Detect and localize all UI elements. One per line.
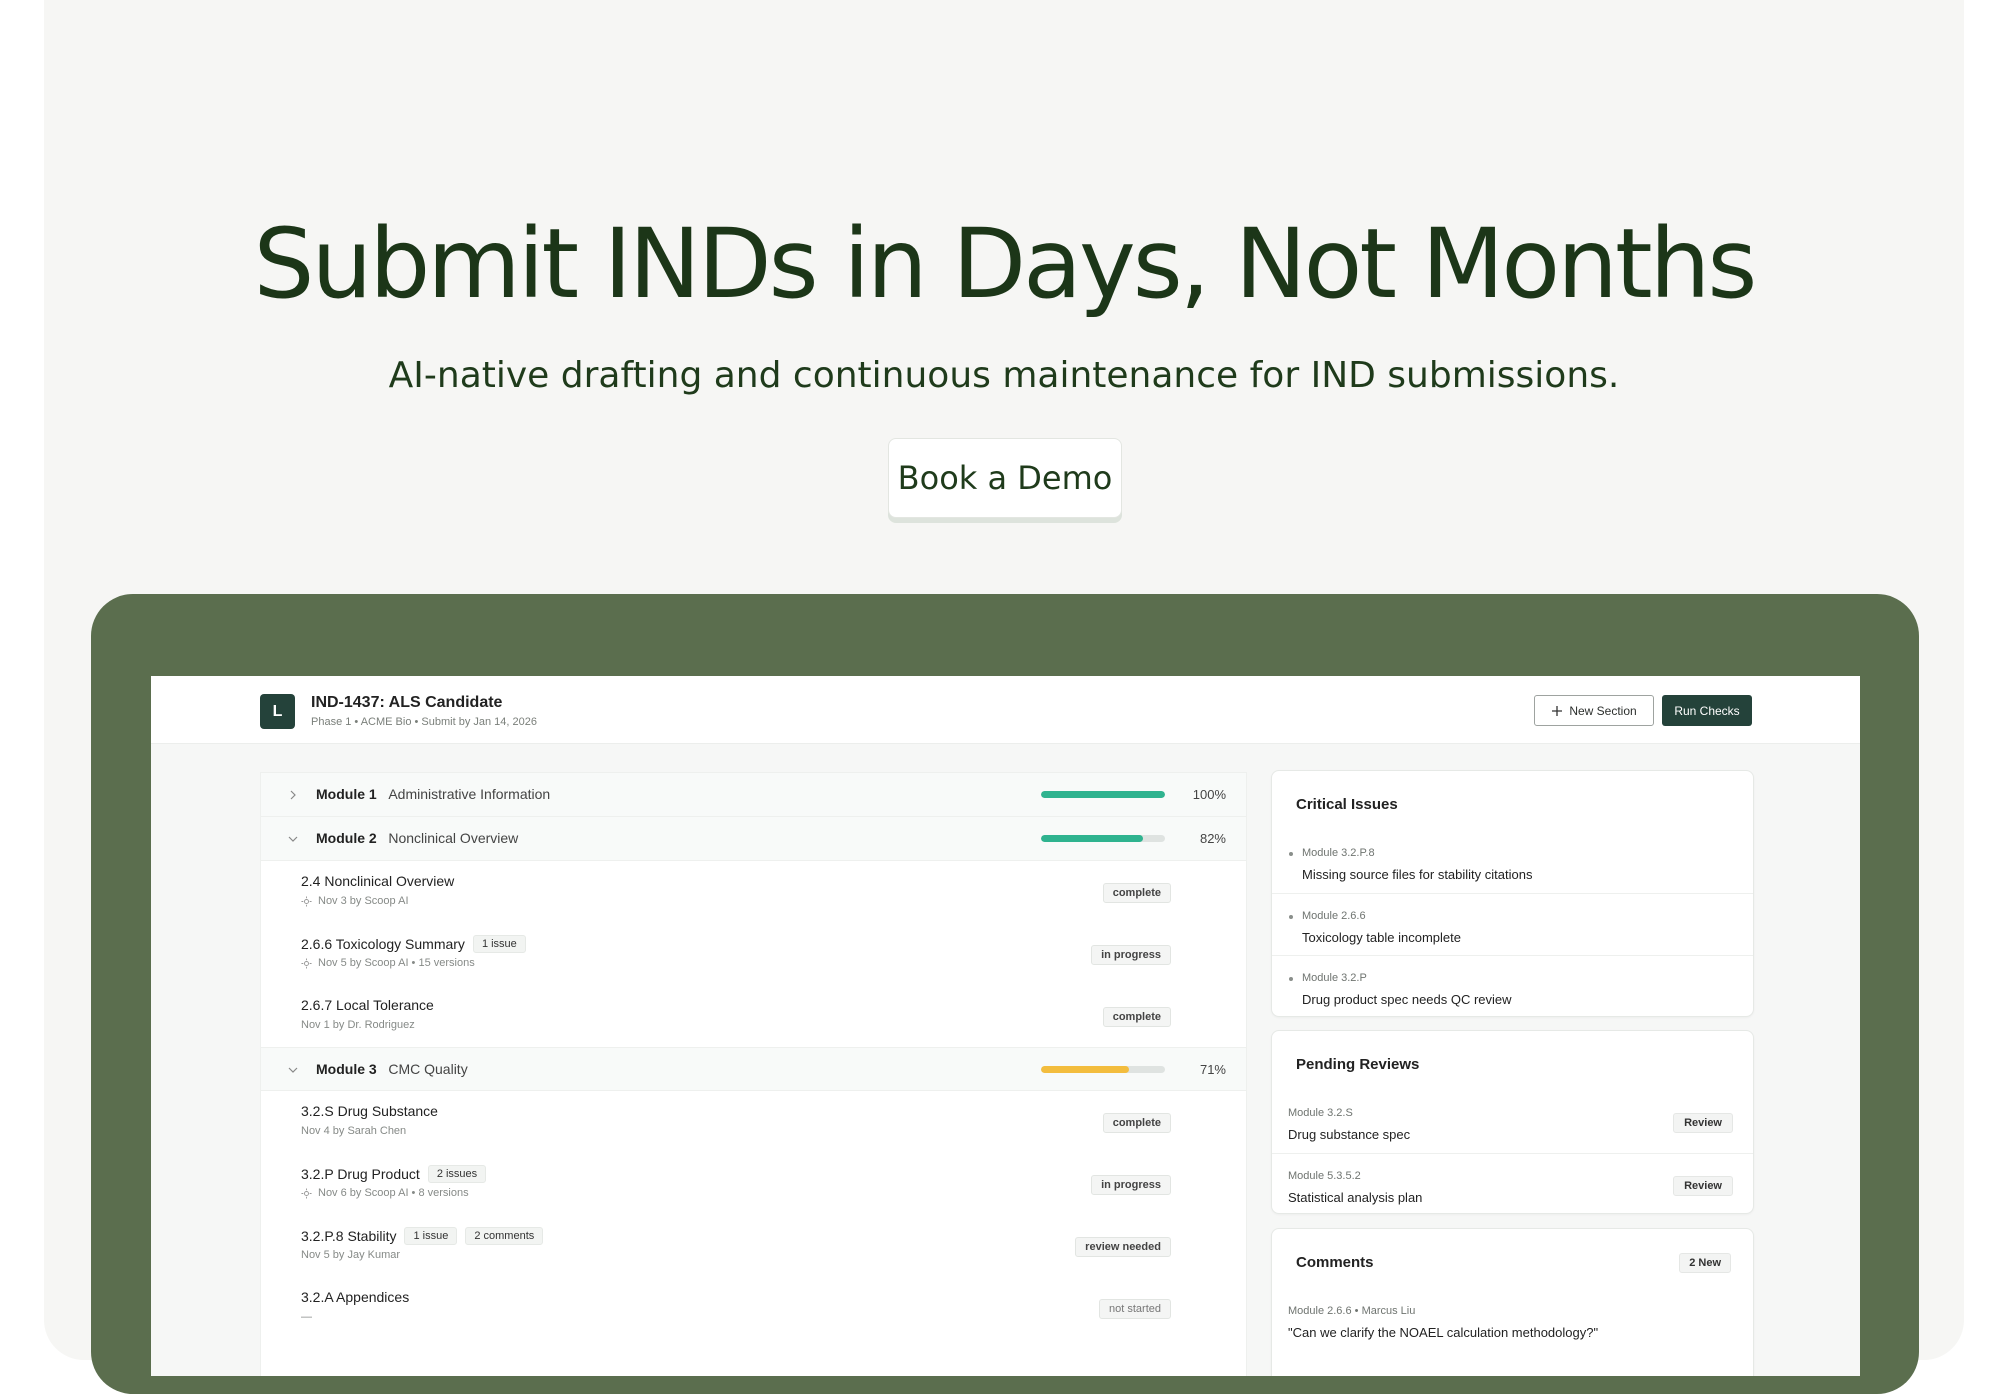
- book-demo-button[interactable]: Book a Demo: [888, 438, 1122, 518]
- new-section-button[interactable]: New Section: [1534, 695, 1654, 726]
- review-button[interactable]: Review: [1673, 1176, 1733, 1196]
- critical-issues-card: Critical Issues Module 3.2.P.8 Missing s…: [1271, 770, 1754, 1017]
- section-title: 2.6.7 Local Tolerance: [301, 997, 434, 1013]
- section-meta: Nov 5 by Jay Kumar: [301, 1249, 401, 1261]
- section-title: 2.6.6 Toxicology Summary 1 issue: [301, 935, 526, 953]
- issue-tag[interactable]: 2 issues: [427, 1165, 487, 1183]
- section-row[interactable]: 2.6.6 Toxicology Summary 1 issue Nov 5 by…: [261, 923, 1246, 985]
- card-title: Comments: [1296, 1254, 1374, 1271]
- module-list: Module 1 Administrative Information 100%…: [260, 772, 1247, 1376]
- review-item: Module 5.3.5.2 Statistical analysis plan…: [1272, 1153, 1753, 1215]
- issue-module: Module 2.6.6: [1302, 910, 1366, 922]
- section-row[interactable]: 3.2.P Drug Product 2 issues Nov 6 by Scoo…: [261, 1153, 1246, 1215]
- review-module: Module 5.3.5.2: [1288, 1170, 1361, 1182]
- issue-module: Module 3.2.P.8: [1302, 847, 1375, 859]
- module-label: Module 3 CMC Quality: [316, 1061, 468, 1077]
- module-label: Module 1 Administrative Information: [316, 786, 551, 802]
- comments-card: Comments 2 New Module 2.6.6 • Marcus Liu…: [1271, 1228, 1754, 1376]
- section-title: 3.2.A Appendices: [301, 1289, 410, 1305]
- bullet-icon: [1289, 852, 1293, 856]
- progress-fill: [1041, 1066, 1130, 1073]
- review-button[interactable]: Review: [1673, 1113, 1733, 1133]
- issue-item[interactable]: Module 3.2.P Drug product spec needs QC …: [1272, 955, 1753, 1017]
- progress-percent: 100%: [1192, 787, 1226, 802]
- status-badge: not started: [1099, 1299, 1171, 1319]
- section-meta: —: [301, 1311, 312, 1323]
- comments-tag[interactable]: 2 comments: [465, 1227, 544, 1245]
- bullet-icon: [1289, 915, 1293, 919]
- chevron-right-icon[interactable]: [287, 789, 299, 801]
- status-badge: in progress: [1091, 1175, 1171, 1195]
- progress-bar: [1041, 1066, 1165, 1073]
- project-title: IND-1437: ALS Candidate: [311, 694, 503, 711]
- ai-sparkle-icon: [301, 957, 312, 969]
- issue-module: Module 3.2.P: [1302, 972, 1367, 984]
- new-section-label: New Section: [1569, 703, 1637, 718]
- pending-reviews-card: Pending Reviews Module 3.2.S Drug substa…: [1271, 1030, 1754, 1214]
- comment-meta: Module 2.6.6 • Marcus Liu: [1288, 1305, 1416, 1317]
- card-title: Pending Reviews: [1296, 1056, 1420, 1073]
- module-label: Module 2 Nonclinical Overview: [316, 830, 519, 846]
- review-module: Module 3.2.S: [1288, 1107, 1353, 1119]
- new-comments-badge: 2 New: [1679, 1253, 1731, 1273]
- status-badge: complete: [1102, 883, 1171, 903]
- comment-item[interactable]: Module 2.6.6 • Marcus Liu "Can we clarif…: [1272, 1289, 1753, 1351]
- hero-title: Submit INDs in Days, Not Months: [253, 208, 1758, 320]
- progress-bar: [1041, 835, 1165, 842]
- plus-icon: [1552, 705, 1563, 716]
- section-row[interactable]: 3.2.P.8 Stability 1 issue 2 comments Nov 5…: [261, 1215, 1246, 1277]
- hero-subtitle: AI-native drafting and continuous mainte…: [388, 355, 1620, 396]
- section-meta: Nov 5 by Scoop AI • 15 versions: [301, 957, 475, 969]
- status-badge: complete: [1102, 1007, 1171, 1027]
- app-logo: L: [260, 694, 295, 729]
- section-title: 3.2.S Drug Substance: [301, 1103, 438, 1119]
- section-row[interactable]: 3.2.S Drug Substance Nov 4 by Sarah Chen…: [261, 1091, 1246, 1153]
- section-meta: Nov 1 by Dr. Rodriguez: [301, 1019, 415, 1031]
- section-row[interactable]: 2.6.7 Local Tolerance Nov 1 by Dr. Rodri…: [261, 985, 1246, 1047]
- section-row[interactable]: 3.2.A Appendices — not started: [261, 1277, 1246, 1339]
- module-row-2[interactable]: Module 2 Nonclinical Overview 82%: [261, 817, 1246, 861]
- issue-tag[interactable]: 1 issue: [472, 935, 526, 953]
- issue-text: Toxicology table incomplete: [1302, 930, 1461, 945]
- app-window: L IND-1437: ALS Candidate Phase 1 • ACME…: [151, 676, 1860, 1376]
- issue-tag[interactable]: 1 issue: [404, 1227, 458, 1245]
- issue-item[interactable]: Module 2.6.6 Toxicology table incomplete: [1272, 893, 1753, 955]
- module-row-1[interactable]: Module 1 Administrative Information 100%: [261, 773, 1246, 817]
- issue-text: Missing source files for stability citat…: [1302, 867, 1533, 882]
- review-text: Drug substance spec: [1288, 1127, 1411, 1142]
- section-title: 3.2.P.8 Stability 1 issue 2 comments: [301, 1227, 544, 1245]
- module-row-3[interactable]: Module 3 CMC Quality 71%: [261, 1047, 1246, 1091]
- issue-item[interactable]: Module 3.2.P.8 Missing source files for …: [1272, 831, 1753, 893]
- section-meta: Nov 4 by Sarah Chen: [301, 1125, 407, 1137]
- card-title: Critical Issues: [1296, 796, 1398, 813]
- progress-bar: [1041, 791, 1165, 798]
- status-badge: complete: [1102, 1113, 1171, 1133]
- status-badge: review needed: [1075, 1237, 1171, 1257]
- status-badge: in progress: [1091, 945, 1171, 965]
- section-row[interactable]: 2.4 Nonclinical Overview Nov 3 by Scoop …: [261, 861, 1246, 923]
- section-title: 3.2.P Drug Product 2 issues: [301, 1165, 487, 1183]
- progress-percent: 82%: [1199, 831, 1226, 846]
- review-item: Module 3.2.S Drug substance spec Review: [1272, 1091, 1753, 1153]
- bullet-icon: [1289, 977, 1293, 981]
- ai-sparkle-icon: [301, 1187, 312, 1199]
- issue-text: Drug product spec needs QC review: [1302, 992, 1512, 1007]
- run-checks-button[interactable]: Run Checks: [1662, 695, 1752, 726]
- comment-text: "Can we clarify the NOAEL calculation me…: [1288, 1325, 1599, 1340]
- chevron-down-icon[interactable]: [287, 1064, 299, 1076]
- section-title: 2.4 Nonclinical Overview: [301, 873, 455, 889]
- app-header: L IND-1437: ALS Candidate Phase 1 • ACME…: [151, 676, 1860, 744]
- progress-percent: 71%: [1199, 1062, 1226, 1077]
- progress-fill: [1041, 835, 1143, 842]
- section-meta: Nov 3 by Scoop AI: [301, 895, 409, 907]
- section-meta: Nov 6 by Scoop AI • 8 versions: [301, 1187, 469, 1199]
- chevron-down-icon[interactable]: [287, 833, 299, 845]
- review-text: Statistical analysis plan: [1288, 1190, 1423, 1205]
- project-meta: Phase 1 • ACME Bio • Submit by Jan 14, 2…: [311, 716, 537, 728]
- ai-sparkle-icon: [301, 895, 312, 907]
- progress-fill: [1041, 791, 1165, 798]
